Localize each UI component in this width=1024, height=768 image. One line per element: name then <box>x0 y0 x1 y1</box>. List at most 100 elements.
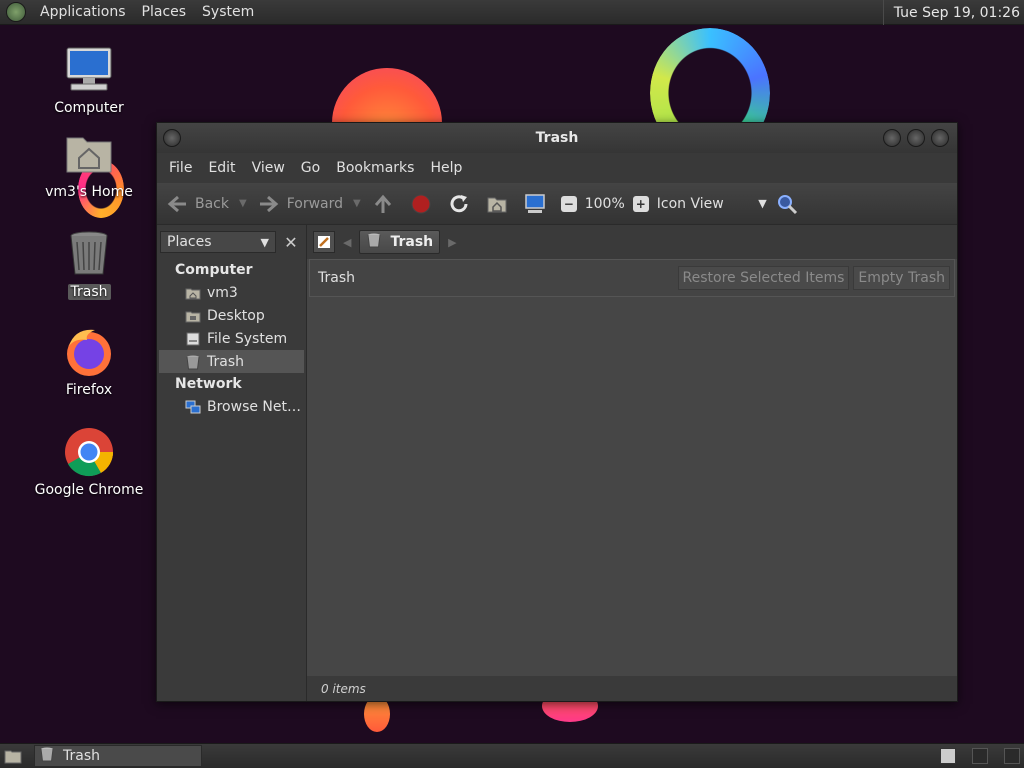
menu-system[interactable]: System <box>194 4 262 20</box>
reload-button[interactable] <box>447 192 477 216</box>
trash-icon <box>185 354 201 370</box>
sidebar-selector[interactable]: Places ▼ <box>160 231 276 253</box>
home-button[interactable] <box>485 192 515 216</box>
workspace-2[interactable] <box>972 748 988 764</box>
back-arrow-icon <box>165 192 189 216</box>
sidebar-item-vm3[interactable]: vm3 <box>157 281 306 304</box>
zoom-out-button[interactable]: − <box>560 195 577 212</box>
back-button[interactable]: Back <box>165 192 229 216</box>
file-manager-window: Trash File Edit View Go Bookmarks Help B… <box>156 122 958 702</box>
pencil-icon <box>318 236 330 248</box>
forward-history-dropdown-icon[interactable]: ▼ <box>353 198 361 209</box>
desktop-icon-label: vm3's Home <box>45 184 133 200</box>
sidebar-item-label: vm3 <box>207 284 238 301</box>
sidebar-selector-label: Places <box>167 234 212 250</box>
search-icon <box>775 192 799 216</box>
zoom-out-icon: − <box>560 195 577 212</box>
desktop-icon-label: Trash <box>67 284 111 300</box>
chevron-down-icon: ▼ <box>260 235 269 249</box>
workspace-1[interactable] <box>940 748 956 764</box>
show-desktop-button[interactable] <box>2 745 24 767</box>
zoom-label: 100% <box>584 195 625 212</box>
location-bar: ◀ Trash ▶ <box>307 225 957 259</box>
back-history-dropdown-icon[interactable]: ▼ <box>239 198 247 209</box>
sidebar-item-label: File System <box>207 330 288 347</box>
firefox-icon <box>63 326 115 378</box>
sidebar-item-desktop[interactable]: Desktop <box>157 304 306 327</box>
search-button[interactable] <box>775 192 805 216</box>
trash-icon <box>366 232 382 252</box>
maximize-button[interactable] <box>907 129 925 147</box>
forward-arrow-icon <box>257 192 281 216</box>
sidebar-item-trash[interactable]: Trash <box>159 350 304 373</box>
sidebar: Places ▼ ✕ Computer vm3 Desktop File Sys… <box>157 225 307 701</box>
desktop-icon-firefox[interactable]: Firefox <box>34 326 144 398</box>
close-sidebar-button[interactable]: ✕ <box>280 231 302 253</box>
main-pane: ◀ Trash ▶ Trash Restore Selected Items E… <box>307 225 957 701</box>
path-crumb-trash[interactable]: Trash <box>359 230 441 254</box>
forward-label: Forward <box>286 195 344 212</box>
forward-button[interactable]: Forward <box>257 192 343 216</box>
reload-icon <box>447 192 471 216</box>
computer-icon <box>63 44 115 96</box>
chrome-icon <box>63 426 115 478</box>
restore-selected-button[interactable]: Restore Selected Items <box>677 266 850 290</box>
sidebar-item-file-system[interactable]: File System <box>157 327 306 350</box>
sidebar-item-browse-network[interactable]: Browse Net… <box>157 395 306 418</box>
main-menu-icon[interactable] <box>6 2 26 22</box>
window-menu-icon[interactable] <box>163 129 181 147</box>
status-bar: 0 items <box>307 676 957 701</box>
menu-places[interactable]: Places <box>134 4 195 20</box>
stop-button[interactable] <box>409 192 439 216</box>
zoom-in-button[interactable]: + <box>632 195 649 212</box>
desktop-icon-label: Google Chrome <box>34 482 144 498</box>
menu-edit[interactable]: Edit <box>200 160 243 176</box>
file-view-area[interactable] <box>307 297 957 676</box>
desktop-icon-chrome[interactable]: Google Chrome <box>34 426 144 498</box>
menu-view[interactable]: View <box>244 160 293 176</box>
computer-button[interactable] <box>523 192 553 216</box>
menu-bookmarks[interactable]: Bookmarks <box>328 160 422 176</box>
menu-file[interactable]: File <box>161 160 200 176</box>
sidebar-item-label: Trash <box>207 353 244 370</box>
desktop-icon-computer[interactable]: Computer <box>34 44 144 116</box>
menu-help[interactable]: Help <box>422 160 470 176</box>
view-mode-select[interactable]: Icon View ▼ <box>657 196 767 212</box>
trash-info-bar: Trash Restore Selected Items Empty Trash <box>309 259 955 297</box>
taskbar-item-label: Trash <box>63 748 100 764</box>
bottom-panel: Trash <box>0 743 1024 768</box>
chevron-down-icon: ▼ <box>758 197 767 210</box>
path-left-arrow-icon[interactable]: ◀ <box>343 236 351 249</box>
desktop-icon-label: Computer <box>54 100 124 116</box>
back-label: Back <box>195 195 229 212</box>
workspace-3[interactable] <box>1004 748 1020 764</box>
top-panel: Applications Places System Tue Sep 19, 0… <box>0 0 1024 25</box>
zoom-level[interactable]: 100% <box>585 196 625 212</box>
trash-bar-title: Trash <box>318 270 355 286</box>
menu-applications[interactable]: Applications <box>32 4 134 20</box>
sidebar-item-label: Browse Net… <box>207 398 302 415</box>
up-button[interactable] <box>371 192 401 216</box>
drive-icon <box>185 331 201 347</box>
sidebar-item-label: Desktop <box>207 307 265 324</box>
home-folder-icon <box>485 192 509 216</box>
sidebar-header: Places ▼ ✕ <box>157 225 306 259</box>
clock[interactable]: Tue Sep 19, 01:26 <box>882 0 1024 25</box>
status-text: 0 items <box>321 681 366 696</box>
sidebar-group-network: Network <box>175 376 242 392</box>
close-button[interactable] <box>931 129 949 147</box>
window-titlebar[interactable]: Trash <box>157 123 957 153</box>
menubar: File Edit View Go Bookmarks Help <box>157 153 957 183</box>
path-right-arrow-icon[interactable]: ▶ <box>448 236 456 249</box>
minimize-button[interactable] <box>883 129 901 147</box>
taskbar-item-trash[interactable]: Trash <box>34 745 202 767</box>
up-arrow-icon <box>371 192 395 216</box>
home-folder-icon <box>63 128 115 180</box>
empty-trash-button[interactable]: Empty Trash <box>853 266 950 290</box>
sidebar-group-computer: Computer <box>175 262 253 278</box>
desktop-icon-home[interactable]: vm3's Home <box>34 128 144 200</box>
desktop-icon-trash[interactable]: Trash <box>34 228 144 300</box>
zoom-in-icon: + <box>632 195 649 212</box>
edit-location-button[interactable] <box>313 231 335 253</box>
menu-go[interactable]: Go <box>293 160 328 176</box>
